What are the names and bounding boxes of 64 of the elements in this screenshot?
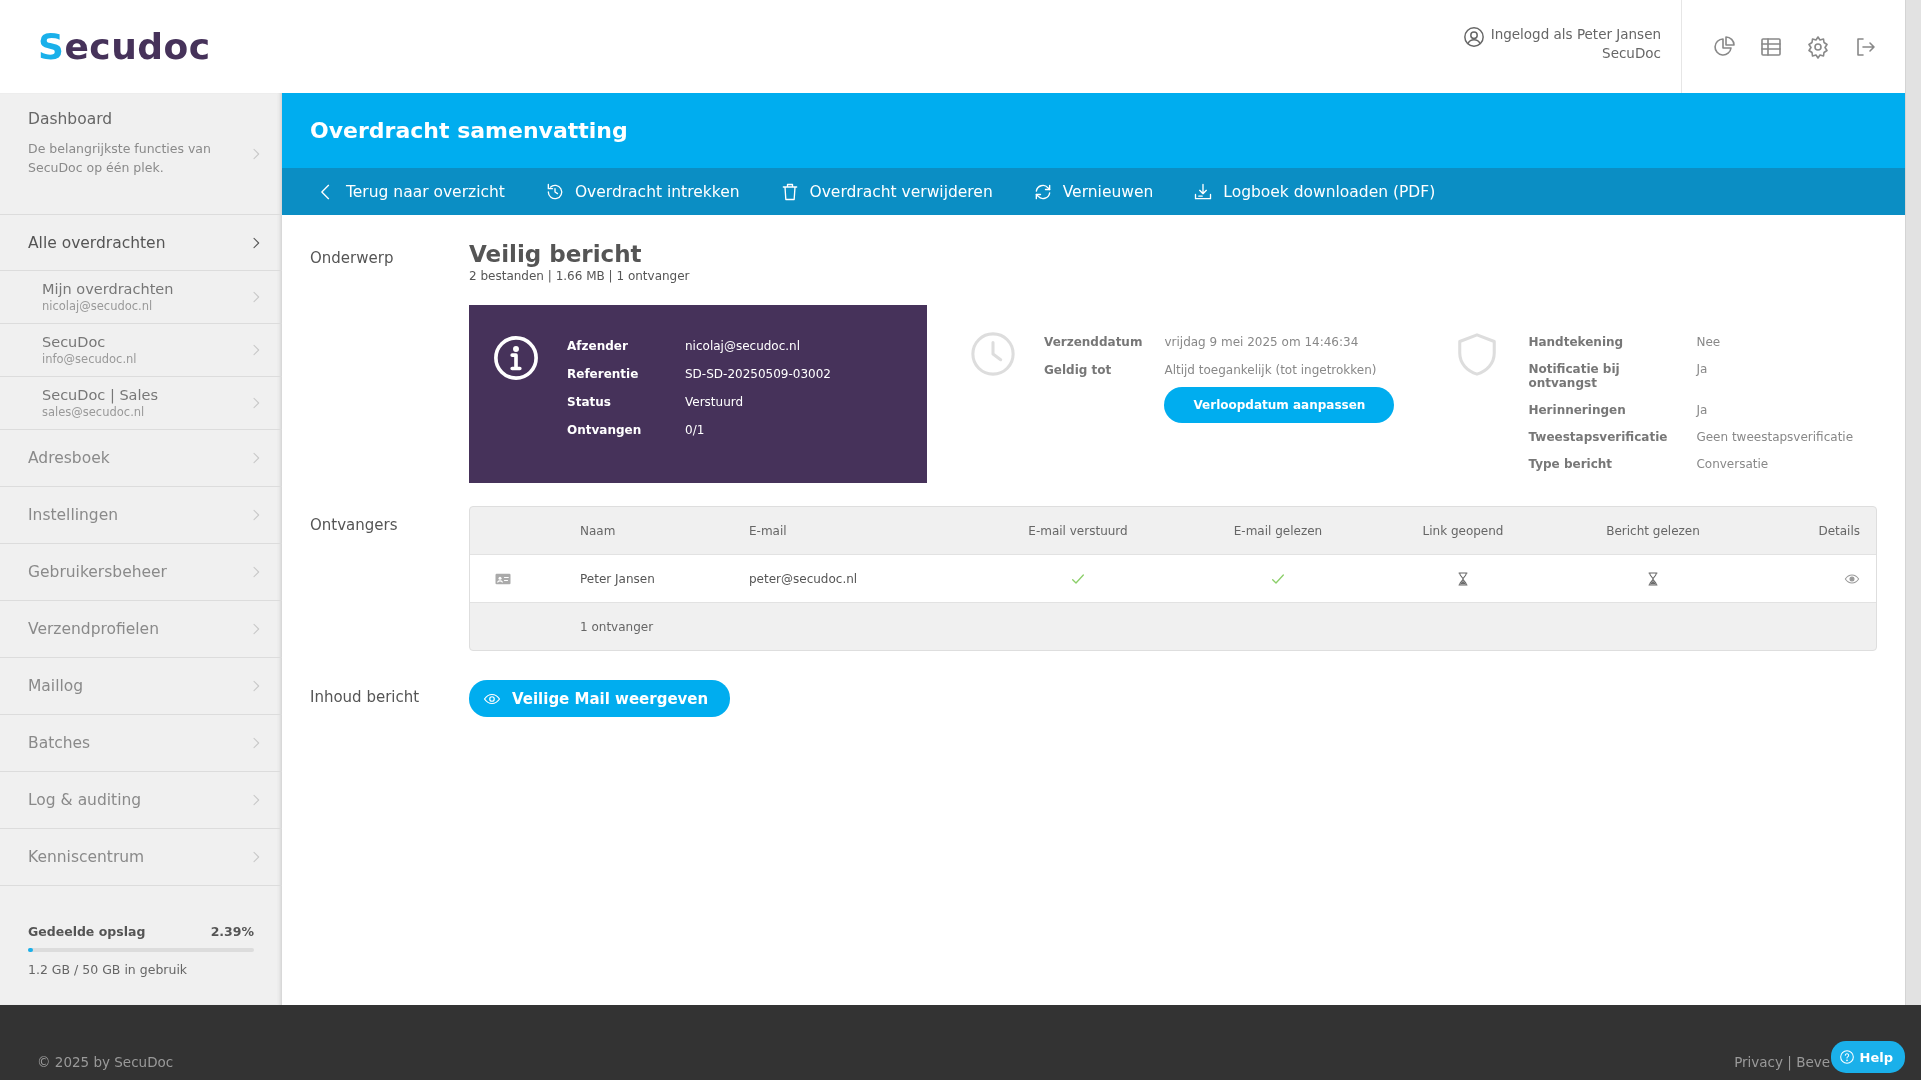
help-icon bbox=[1838, 1049, 1855, 1065]
column-header: E-mail verstuurd bbox=[1027, 523, 1129, 538]
info-value: Verstuurd bbox=[685, 395, 745, 409]
settings-icon bbox=[1806, 34, 1830, 59]
action-button[interactable]: Overdracht verwijderen bbox=[779, 181, 993, 202]
info-label: Status bbox=[567, 395, 612, 409]
action-button[interactable]: Vernieuwen bbox=[1032, 181, 1154, 202]
adjust-expiry-button[interactable]: Verloopdatum aanpassen bbox=[1164, 387, 1395, 423]
organisation-name: SecuDoc bbox=[1602, 45, 1661, 61]
option-value: Nee bbox=[1696, 335, 1722, 349]
info-value: SD-SD-20250509-03002 bbox=[685, 367, 831, 381]
option-label: Tweestapsverificatie bbox=[1528, 430, 1669, 444]
action-button[interactable]: Logboek downloaden (PDF) bbox=[1193, 181, 1436, 202]
column-header: E-mail gelezen bbox=[1232, 523, 1324, 538]
info-value: nicolaj@secudoc.nl bbox=[685, 339, 802, 353]
pie-chart-button[interactable] bbox=[1712, 34, 1736, 59]
info-value: 0/1 bbox=[685, 423, 706, 437]
storage-percentage: 2.39% bbox=[210, 924, 254, 939]
option-value: Conversatie bbox=[1696, 457, 1770, 471]
date-label: Verzenddatum bbox=[1044, 335, 1143, 349]
section-label: Ontvangers bbox=[310, 515, 399, 536]
pie-chart-icon bbox=[1712, 34, 1736, 59]
help-button[interactable]: Help bbox=[1830, 1041, 1905, 1073]
option-value: Ja bbox=[1696, 403, 1709, 417]
footer-links[interactable]: Privacy | Beve bbox=[1734, 1054, 1830, 1070]
section-label: Inhoud bericht bbox=[310, 687, 421, 708]
info-label: Ontvangen bbox=[567, 423, 643, 437]
scrollbar[interactable] bbox=[1905, 0, 1921, 1005]
column-header: E-mail bbox=[749, 523, 788, 538]
download-icon bbox=[1193, 181, 1214, 202]
clock-icon bbox=[970, 331, 1016, 377]
copyright: © 2025 by SecuDoc bbox=[37, 1054, 174, 1070]
recipient-count: 1 ontvanger bbox=[580, 619, 655, 634]
user-icon bbox=[1462, 26, 1485, 48]
column-header: Naam bbox=[580, 523, 617, 538]
option-value: Ja bbox=[1696, 362, 1709, 378]
info-label: Afzender bbox=[567, 339, 629, 353]
option-label: Herinneringen bbox=[1528, 403, 1627, 417]
table-cell-text: Peter Jansen bbox=[580, 571, 656, 586]
action-button[interactable]: Terug naar overzicht bbox=[316, 181, 505, 202]
option-value: Geen tweestapsverificatie bbox=[1696, 430, 1854, 444]
page-title: Overdracht samenvatting bbox=[282, 93, 1905, 168]
info-label: Referentie bbox=[567, 367, 640, 381]
action-button[interactable]: Overdracht intrekken bbox=[544, 181, 740, 202]
section-label: Onderwerp bbox=[310, 248, 395, 269]
option-label: Type bericht bbox=[1528, 457, 1614, 471]
logged-in-user: Ingelogd als Peter Jansen bbox=[1490, 26, 1661, 42]
info-icon bbox=[493, 335, 539, 381]
date-value: Altijd toegankelijk (tot ingetrokken) bbox=[1164, 363, 1378, 377]
option-label: Handtekening bbox=[1528, 335, 1625, 349]
subject-meta: 2 bestanden | 1.66 MB | 1 ontvanger bbox=[469, 269, 691, 283]
table-cell-text: peter@secudoc.nl bbox=[749, 571, 859, 586]
date-value: vrijdag 9 mei 2025 om 14:46:34 bbox=[1164, 335, 1360, 349]
column-header: Bericht gelezen bbox=[1605, 523, 1701, 538]
storage-usage: 1.2 GB / 50 GB in gebruik bbox=[28, 962, 189, 977]
logo[interactable]: Secudoc bbox=[38, 26, 211, 67]
subject-title: Veilig bericht bbox=[469, 240, 643, 268]
date-label: Geldig tot bbox=[1044, 363, 1113, 377]
option-label: Notificatie bij ontvangst bbox=[1528, 362, 1621, 390]
storage-label: Gedeelde opslag bbox=[28, 924, 146, 939]
view-secure-mail-button[interactable]: Veilige Mail weergeven bbox=[469, 680, 731, 717]
settings-button[interactable] bbox=[1806, 34, 1830, 59]
column-header: Link geopend bbox=[1421, 523, 1505, 538]
column-header: Details bbox=[1817, 523, 1861, 538]
